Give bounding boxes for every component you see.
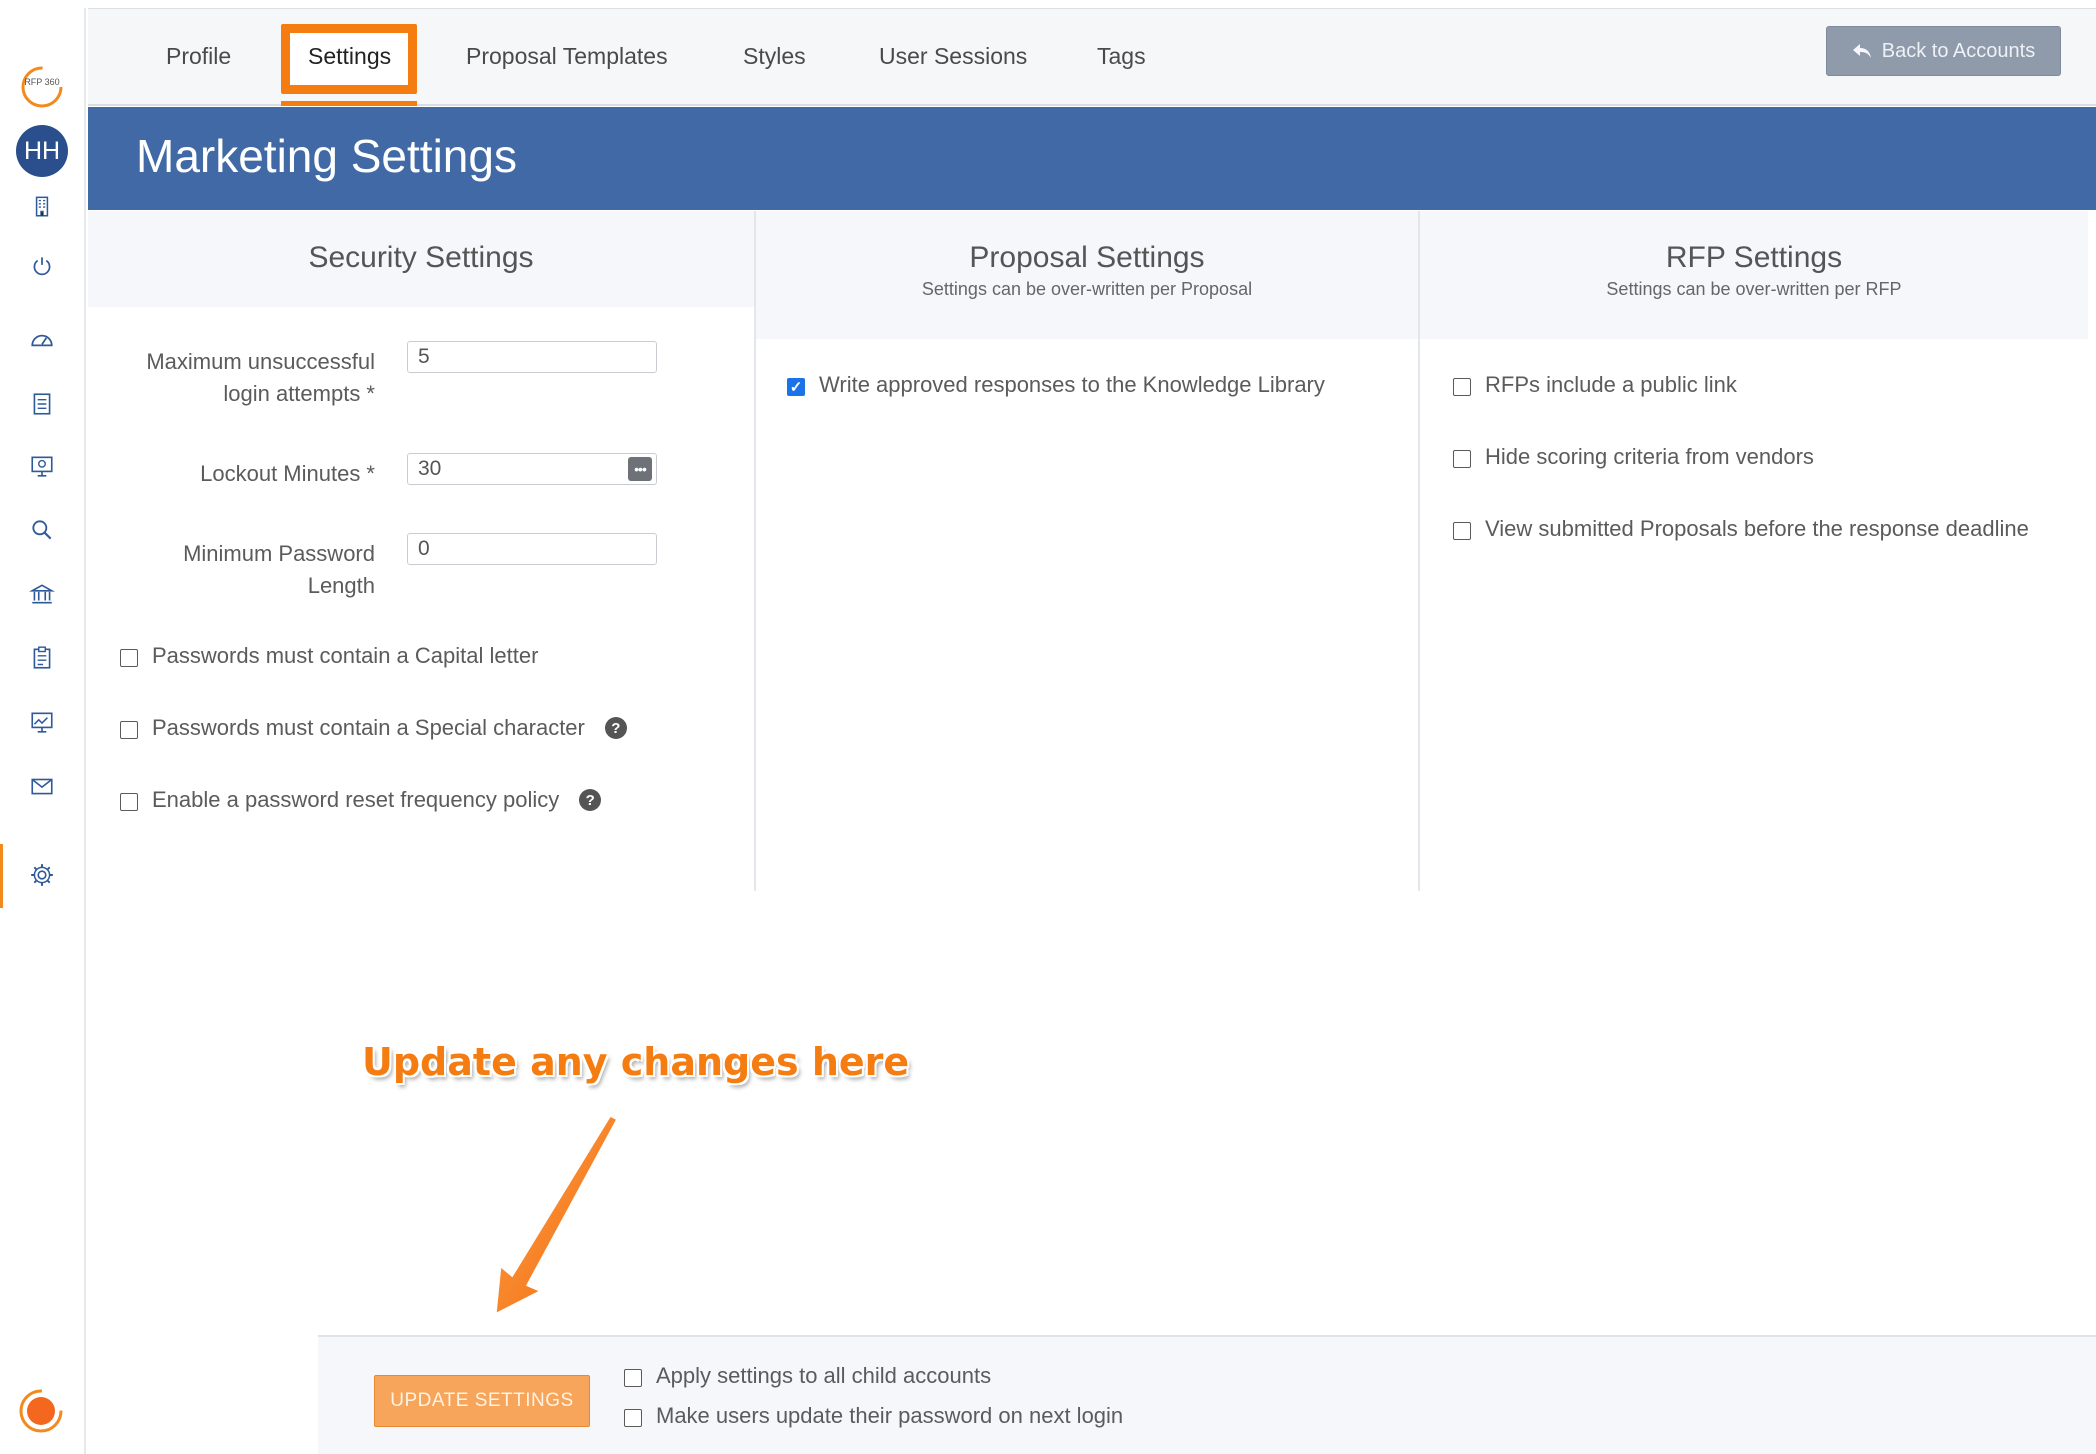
tab-tags[interactable]: Tags xyxy=(1097,43,1146,70)
search-icon[interactable] xyxy=(27,515,57,545)
mail-icon[interactable] xyxy=(27,771,57,801)
help-icon[interactable]: ? xyxy=(579,789,602,811)
apply-child-accounts-checkbox[interactable] xyxy=(624,1369,642,1387)
security-settings-header: Security Settings xyxy=(88,211,754,307)
view-proposals-option[interactable]: View submitted Proposals before the resp… xyxy=(1453,516,2029,542)
hide-scoring-label: Hide scoring criteria from vendors xyxy=(1485,444,1814,469)
capital-letter-option[interactable]: Passwords must contain a Capital letter xyxy=(120,643,538,669)
tab-profile[interactable]: Profile xyxy=(166,43,231,70)
monitor-icon[interactable] xyxy=(27,451,57,481)
rfp-public-link-option[interactable]: RFPs include a public link xyxy=(1453,372,1737,398)
sidebar: RFP 360 HH xyxy=(0,8,86,1454)
help-icon[interactable]: ? xyxy=(604,717,627,739)
column-divider xyxy=(1418,211,1420,891)
proposal-settings-subtitle: Settings can be over-written per Proposa… xyxy=(921,279,1253,299)
max-attempts-label: Maximum unsuccessful login attempts * xyxy=(146,349,375,406)
apply-child-accounts-option[interactable]: Apply settings to all child accounts xyxy=(624,1363,991,1389)
special-character-option[interactable]: Passwords must contain a Special charact… xyxy=(120,715,627,741)
rfp-public-link-checkbox[interactable] xyxy=(1453,378,1471,396)
chart-monitor-icon[interactable] xyxy=(27,707,57,737)
hide-scoring-option[interactable]: Hide scoring criteria from vendors xyxy=(1453,444,1814,470)
password-reset-policy-checkbox[interactable] xyxy=(120,793,138,811)
gear-icon[interactable] xyxy=(27,860,57,890)
tab-user-sessions[interactable]: User Sessions xyxy=(879,43,1027,70)
back-to-accounts-button[interactable]: Back to Accounts xyxy=(1826,26,2061,76)
document-icon[interactable] xyxy=(27,389,57,419)
annotation-arrow-icon xyxy=(493,1113,621,1318)
write-to-library-checkbox[interactable]: ✓ xyxy=(787,378,805,396)
lockout-minutes-label: Lockout Minutes * xyxy=(200,461,375,486)
password-reset-policy-label: Enable a password reset frequency policy xyxy=(152,787,560,812)
security-settings-title: Security Settings xyxy=(308,241,534,274)
page-title: Marketing Settings xyxy=(136,130,517,182)
capital-letter-label: Passwords must contain a Capital letter xyxy=(152,643,539,668)
min-password-length-label: Minimum Password Length xyxy=(183,541,375,598)
hide-scoring-checkbox[interactable] xyxy=(1453,450,1471,468)
more-options-icon[interactable]: ••• xyxy=(628,457,652,481)
special-character-label: Passwords must contain a Special charact… xyxy=(152,715,585,740)
footer-action-bar: UPDATE SETTINGS Apply settings to all ch… xyxy=(318,1335,2096,1454)
force-password-update-label: Make users update their password on next… xyxy=(656,1403,1124,1428)
status-orb-icon[interactable] xyxy=(18,1388,64,1434)
update-settings-button[interactable]: UPDATE SETTINGS xyxy=(374,1375,590,1427)
dashboard-gauge-icon[interactable] xyxy=(27,325,57,355)
write-to-library-option[interactable]: ✓ Write approved responses to the Knowle… xyxy=(787,372,1325,398)
page-title-banner: Marketing Settings xyxy=(88,107,2096,210)
tab-settings[interactable]: Settings xyxy=(308,43,391,70)
capital-letter-checkbox[interactable] xyxy=(120,649,138,667)
clipboard-icon[interactable] xyxy=(27,643,57,673)
tab-active-underline xyxy=(281,101,417,106)
back-to-accounts-label: Back to Accounts xyxy=(1881,39,2036,62)
sidebar-active-indicator xyxy=(0,844,3,908)
rfp-public-link-label: RFPs include a public link xyxy=(1485,372,1737,397)
user-avatar[interactable]: HH xyxy=(16,125,68,177)
password-reset-policy-option[interactable]: Enable a password reset frequency policy… xyxy=(120,787,602,813)
annotation-callout: Update any changes here xyxy=(362,1040,910,1084)
column-divider xyxy=(754,211,756,891)
lockout-minutes-input[interactable]: 30 ••• xyxy=(407,453,657,485)
rfp-settings-title: RFP Settings xyxy=(1665,241,1843,274)
max-attempts-input[interactable]: 5 xyxy=(407,341,657,373)
view-proposals-label: View submitted Proposals before the resp… xyxy=(1485,516,2029,541)
top-tab-bar: Profile Settings Proposal Templates Styl… xyxy=(88,8,2096,106)
proposal-settings-header: Proposal Settings Settings can be over-w… xyxy=(756,211,1418,339)
reply-arrow-icon xyxy=(1852,44,1871,58)
force-password-update-option[interactable]: Make users update their password on next… xyxy=(624,1403,1123,1429)
min-password-length-input[interactable]: 0 xyxy=(407,533,657,565)
power-icon[interactable] xyxy=(27,251,57,281)
apply-child-accounts-label: Apply settings to all child accounts xyxy=(656,1363,992,1388)
rfp360-logo[interactable]: RFP 360 xyxy=(18,63,66,111)
write-to-library-label: Write approved responses to the Knowledg… xyxy=(819,372,1325,397)
special-character-checkbox[interactable] xyxy=(120,721,138,739)
building-icon[interactable] xyxy=(27,191,57,221)
svg-text:RFP 360: RFP 360 xyxy=(24,77,59,87)
force-password-update-checkbox[interactable] xyxy=(624,1409,642,1427)
proposal-settings-title: Proposal Settings xyxy=(969,241,1205,274)
rfp-settings-header: RFP Settings Settings can be over-writte… xyxy=(1420,211,2088,339)
rfp-settings-subtitle: Settings can be over-written per RFP xyxy=(1606,279,1902,299)
tab-styles[interactable]: Styles xyxy=(743,43,806,70)
bank-icon[interactable] xyxy=(27,579,57,609)
tab-proposal-templates[interactable]: Proposal Templates xyxy=(466,43,668,70)
view-proposals-checkbox[interactable] xyxy=(1453,522,1471,540)
